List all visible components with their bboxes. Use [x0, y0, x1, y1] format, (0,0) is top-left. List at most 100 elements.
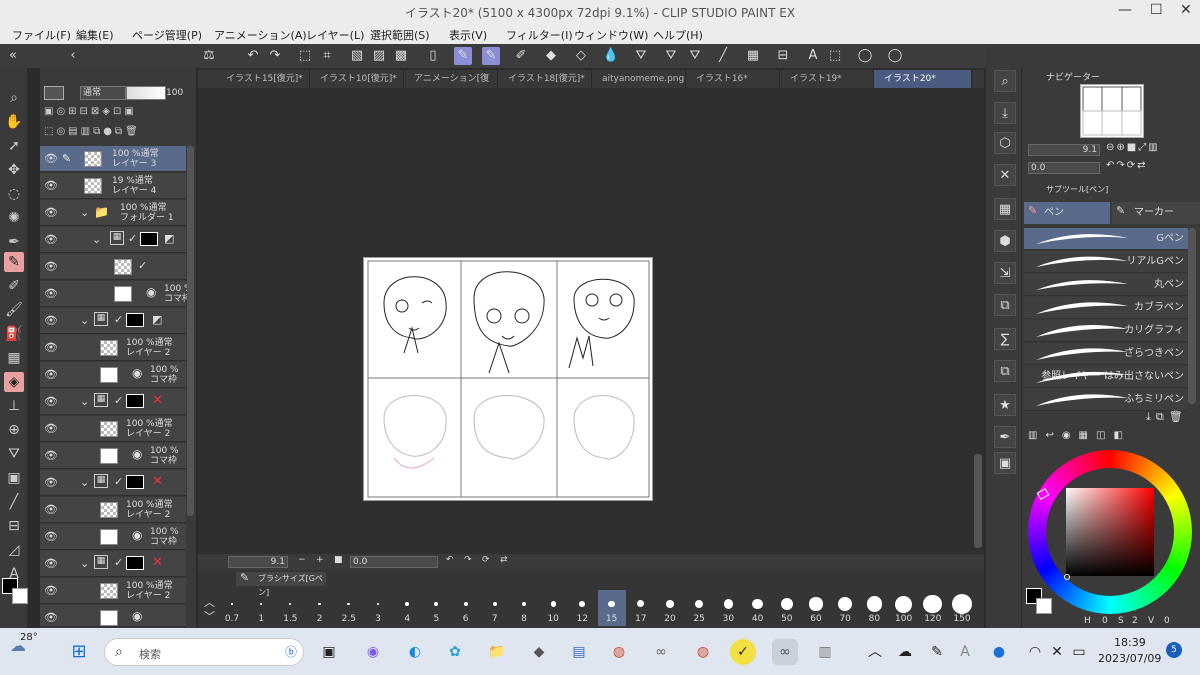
brush-size-option[interactable]: 7: [481, 590, 509, 626]
chevron-down-icon[interactable]: ⌄: [80, 206, 89, 219]
navigator-zoom-controls[interactable]: ⊖⊕■⤢▥: [1106, 142, 1160, 153]
vertical-scrollbar[interactable]: [974, 454, 982, 548]
drop-icon[interactable]: 💧: [602, 47, 620, 65]
tab-doc[interactable]: イラスト15[復元]*: [216, 70, 310, 88]
chevron-down-icon[interactable]: ⌄: [92, 233, 101, 246]
stamp-icon[interactable]: ⊥: [4, 396, 24, 416]
diamond-outline-icon[interactable]: ◇: [572, 47, 590, 65]
brush-size-option[interactable]: 1: [247, 590, 275, 626]
tab-doc[interactable]: アニメーション[復元]: [404, 70, 498, 102]
brush-size-option[interactable]: 40: [744, 590, 772, 626]
chevron-down-icon[interactable]: ⌄: [80, 557, 89, 570]
clip-studio-active-icon[interactable]: ∞: [772, 639, 798, 665]
menu-edit[interactable]: 編集(E): [76, 27, 114, 43]
eyedropper-icon[interactable]: ✒: [4, 232, 24, 252]
layer-buttons[interactable]: ▣◎⊞⊟⊠◈⊡▣: [44, 106, 186, 120]
brush-size-option[interactable]: 1.5: [276, 590, 304, 626]
eye-icon[interactable]: 👁: [44, 179, 58, 192]
brush-size-option[interactable]: 4: [393, 590, 421, 626]
line-icon[interactable]: ╱: [714, 47, 732, 65]
collapse-left-icon[interactable]: «: [4, 47, 22, 65]
zoom-value[interactable]: 9.1: [228, 556, 288, 568]
bucket-icon[interactable]: ⛛: [632, 47, 650, 65]
layer-row[interactable]: 👁 100 %通常 レイヤー 2: [40, 497, 186, 523]
layer-row[interactable]: 👁 19 %通常 レイヤー 4: [40, 173, 186, 199]
operation-icon[interactable]: ➚: [4, 136, 24, 156]
chevron-down-icon[interactable]: ⌄: [80, 476, 89, 489]
cloud-icon[interactable]: ☁: [892, 639, 918, 665]
brush-size-option[interactable]: 10: [539, 590, 567, 626]
transform-tool-icon[interactable]: ⇲: [994, 262, 1016, 284]
zoom-out-icon[interactable]: −: [298, 555, 306, 565]
file-explorer-icon[interactable]: 📁: [484, 639, 510, 665]
app-icon[interactable]: ◆: [526, 639, 552, 665]
frame-border-icon[interactable]: ⊟: [4, 516, 24, 536]
blend-icon[interactable]: ⊕: [4, 420, 24, 440]
clip-studio-icon[interactable]: ∞: [648, 639, 674, 665]
decoration-icon[interactable]: ▦: [4, 348, 24, 368]
gradient-icon[interactable]: ▣: [4, 468, 24, 488]
eye-icon[interactable]: 👁: [44, 206, 58, 219]
battery-icon[interactable]: ▭: [1066, 639, 1092, 665]
subtool-actions[interactable]: ⤓⧉🗑: [1146, 410, 1188, 424]
eye-icon[interactable]: 👁: [44, 449, 58, 462]
zoom-icon[interactable]: ⌕: [4, 88, 24, 108]
eye-icon[interactable]: 👁: [44, 152, 58, 165]
layer-row[interactable]: 👁 100 %通常 レイヤー 2: [40, 335, 186, 361]
brush-size-option[interactable]: 6: [452, 590, 480, 626]
close-doc-icon[interactable]: ✕: [994, 164, 1016, 186]
brush-size-option[interactable]: 5: [422, 590, 450, 626]
layer-actions[interactable]: ⬚◎▤▥⧉●⧉🗑: [44, 126, 186, 140]
flip-icon[interactable]: ⇄: [500, 555, 508, 565]
chevron-down-icon[interactable]: ﹀: [204, 608, 215, 624]
brush-size-option[interactable]: 8: [510, 590, 538, 626]
ruler-tool-icon[interactable]: ◿: [4, 540, 24, 560]
layer-row[interactable]: 👁 ◉ 100 % コマ枠: [40, 281, 193, 307]
clock-date[interactable]: 2023/07/09: [1098, 652, 1161, 665]
fit-icon[interactable]: ■: [334, 555, 343, 565]
chevron-left-icon[interactable]: ‹: [64, 47, 82, 65]
layer-property-icon[interactable]: [44, 86, 64, 100]
zoom-in-icon[interactable]: +: [316, 555, 324, 565]
move-icon[interactable]: ✥: [4, 160, 24, 180]
tab-doc[interactable]: aityanomeme.png: [592, 70, 686, 88]
navigator-angle-value[interactable]: 0.0: [1028, 162, 1100, 174]
eye-icon[interactable]: 👁: [44, 503, 58, 516]
layer-icon[interactable]: ⧉: [994, 360, 1016, 382]
search-icon[interactable]: ⌕: [994, 70, 1016, 92]
tab-doc[interactable]: イラスト18[復元]*: [498, 70, 592, 88]
chrome-icon[interactable]: ◍: [606, 639, 632, 665]
brush-size-option[interactable]: 80: [860, 590, 888, 626]
save-icon[interactable]: ⤓: [994, 102, 1016, 124]
eye-icon[interactable]: 👁: [44, 287, 58, 300]
maximize-button[interactable]: ☐: [1150, 2, 1163, 18]
brush-size-option[interactable]: 120: [919, 590, 947, 626]
pen-stabilize-icon[interactable]: ✎: [482, 47, 500, 65]
diamond-icon[interactable]: ◆: [542, 47, 560, 65]
canvas-page[interactable]: [363, 257, 653, 501]
rotation-value[interactable]: 0.0: [350, 556, 438, 568]
minimize-button[interactable]: —: [1118, 2, 1132, 18]
brush-size-option[interactable]: 12: [568, 590, 596, 626]
selection-icon[interactable]: ⬚: [826, 47, 844, 65]
close-button[interactable]: ✕: [1180, 2, 1192, 18]
task-view-icon[interactable]: ▣: [316, 639, 342, 665]
navigator-zoom-value[interactable]: 9.1: [1028, 144, 1100, 156]
frame-icon[interactable]: ▦: [744, 47, 762, 65]
pen-settings-icon[interactable]: ✎: [924, 639, 950, 665]
magic-wand-icon[interactable]: ✺: [4, 208, 24, 228]
brush-size-option[interactable]: 17: [627, 590, 655, 626]
grid-icon[interactable]: ▦: [994, 198, 1016, 220]
sub-color-swatch[interactable]: [1036, 598, 1052, 614]
task-icon[interactable]: ✓: [730, 639, 756, 665]
brush-size-option[interactable]: 70: [831, 590, 859, 626]
layer-row[interactable]: 👁 100 %通常 レイヤー 2: [40, 578, 186, 604]
redo-icon[interactable]: ↷: [266, 47, 284, 65]
ruler-icon[interactable]: ⊟: [774, 47, 792, 65]
color-cursor[interactable]: [1064, 574, 1070, 580]
chevron-down-icon[interactable]: ⌄: [80, 395, 89, 408]
hand-icon[interactable]: ✋: [4, 112, 24, 132]
eye-icon[interactable]: 👁: [44, 476, 58, 489]
brush-size-option[interactable]: 30: [714, 590, 742, 626]
menu-selection[interactable]: 選択範囲(S): [370, 27, 430, 43]
